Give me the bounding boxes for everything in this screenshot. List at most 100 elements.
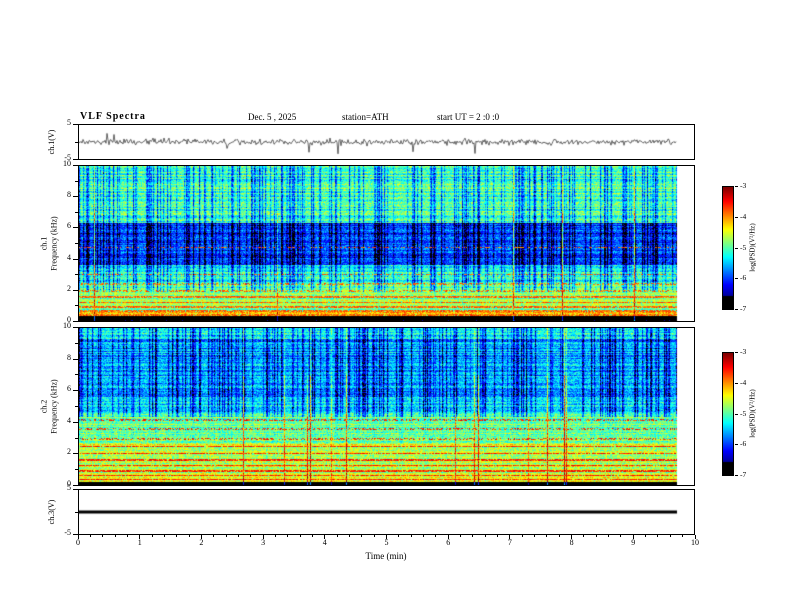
colorbar-tick [735,383,738,384]
ch3-waveform-panel [78,489,695,535]
x-minor-tick [176,535,178,537]
y-tick-label: 6 [67,221,71,230]
y-major-tick [73,196,78,197]
x-tick-label: 5 [384,538,389,547]
x-tick-label: 3 [261,538,266,547]
x-minor-tick [336,535,338,537]
y-tick-label: 8 [67,190,71,199]
colorbar-tick [735,217,738,218]
colorbar-tick [735,414,738,415]
x-tick-label: 0 [76,538,80,547]
colorbar-tick [735,278,738,279]
x-minor-tick [484,535,486,537]
date-label: Dec. 5 , 2025 [248,112,297,122]
colorbar-tick [735,475,738,476]
axis-label-line: Frequency (kHz) [49,379,59,434]
colorbar-tick-label: -6 [740,273,747,282]
x-minor-tick [497,535,499,537]
x-minor-tick [287,535,289,537]
x-tick-label: 10 [691,538,699,547]
y-minor-tick [75,212,78,213]
x-minor-tick [546,535,548,537]
x-minor-tick [213,535,215,537]
colorbar-tick [735,352,738,353]
x-minor-tick [163,535,165,537]
colorbar-tick-label: -7 [740,470,747,479]
y-tick-label: 4 [67,253,71,262]
x-minor-tick [423,535,425,537]
colorbar-ch2-label: log(PSD)(V²/Hz) [748,389,757,438]
x-tick-label: 8 [569,538,574,547]
x-tick-label: 4 [322,538,327,547]
x-tick-label: 6 [446,538,451,547]
colorbar-tick-label: -4 [740,378,747,387]
y-major-tick [73,359,78,360]
ch2-spectrogram-panel [78,327,695,486]
x-minor-tick [188,535,190,537]
ch1-frequency-axis-label: ch.1 Frequency (kHz) [40,199,61,289]
x-minor-tick [583,535,585,537]
x-minor-tick [435,535,437,537]
y-tick-label: -5 [64,528,71,537]
y-tick-label: 4 [67,416,71,425]
y-major-tick [73,159,78,160]
x-minor-tick [126,535,128,537]
x-minor-tick [521,535,523,537]
colorbar-tick-label: -4 [740,212,747,221]
x-minor-tick [225,535,227,537]
y-tick-label: 8 [67,353,71,362]
y-tick-label: 2 [67,447,71,456]
ch1-spectrogram-canvas [79,166,694,321]
ch2-frequency-axis-label: ch.2 Frequency (kHz) [40,362,61,452]
x-minor-tick [472,535,474,537]
y-major-tick [73,165,78,166]
colorbar-ch1-label: log(PSD)(V²/Hz) [748,223,757,272]
y-minor-tick [75,406,78,407]
x-minor-tick [114,535,116,537]
x-tick-label: 2 [199,538,204,547]
x-minor-tick [657,535,659,537]
y-minor-tick [75,438,78,439]
y-tick-label: 10 [63,159,71,168]
x-minor-tick [299,535,301,537]
y-major-tick [73,227,78,228]
station-label: station=ATH [342,112,389,122]
x-minor-tick [102,535,104,537]
x-axis-label: Time (min) [365,551,407,561]
y-major-tick [73,290,78,291]
x-minor-tick [558,535,560,537]
y-minor-tick [75,305,78,306]
y-minor-tick [75,512,78,513]
x-minor-tick [608,535,610,537]
ch1-waveform-canvas [79,125,694,159]
x-minor-tick [89,535,91,537]
y-major-tick [73,485,78,486]
colorbar-tick-label: -6 [740,439,747,448]
y-tick-label: 5 [67,118,71,127]
y-major-tick [73,124,78,125]
axis-label-line: ch.1 [39,236,49,251]
colorbar-ch2 [722,352,734,476]
plot-title: VLF Spectra [80,111,146,122]
colorbar-ch2-canvas [723,353,733,475]
y-major-tick [73,321,78,322]
y-major-tick [73,534,78,535]
y-minor-tick [75,343,78,344]
x-minor-tick [237,535,239,537]
y-minor-tick [75,181,78,182]
start-ut-label: start UT = 2 :0 :0 [437,112,500,122]
x-minor-tick [361,535,363,537]
y-minor-tick [75,274,78,275]
y-minor-tick [75,243,78,244]
ch1-spectrogram-panel [78,165,695,322]
y-major-tick [73,422,78,423]
y-minor-tick [75,142,78,143]
x-minor-tick [645,535,647,537]
y-major-tick [73,453,78,454]
x-minor-tick [682,535,684,537]
colorbar-tick [735,186,738,187]
x-minor-tick [274,535,276,537]
y-major-tick [73,327,78,328]
colorbar-tick-label: -3 [740,181,747,190]
colorbar-tick-label: -7 [740,304,747,313]
